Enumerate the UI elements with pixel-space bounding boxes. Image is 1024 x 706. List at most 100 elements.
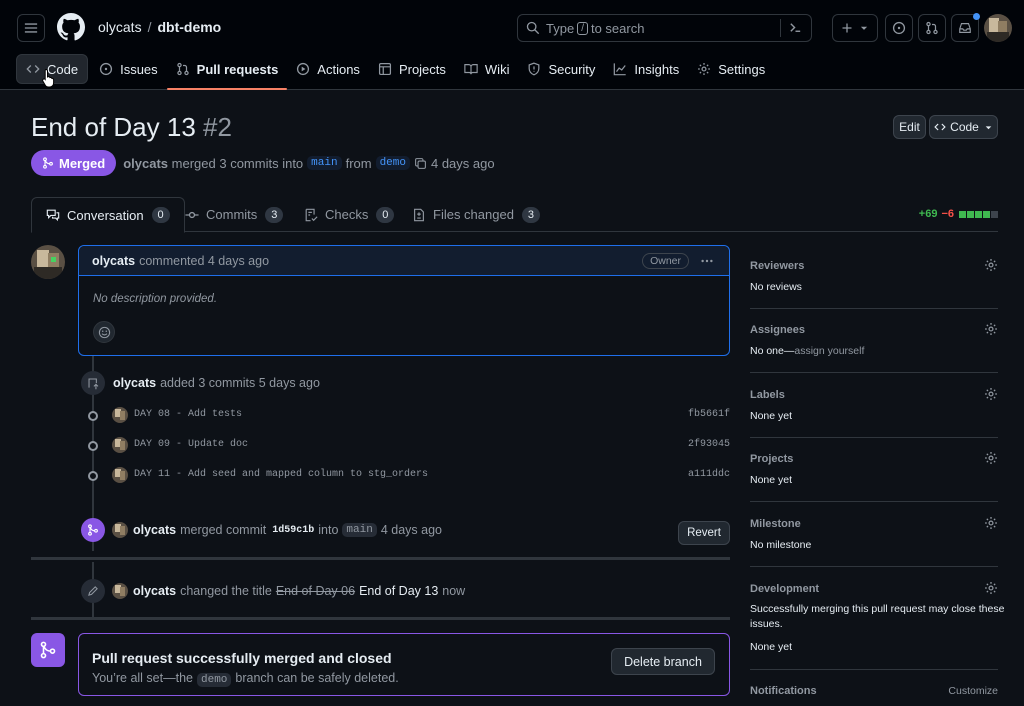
nav-tab-projects[interactable]: Projects bbox=[369, 54, 455, 84]
diff-block-added bbox=[959, 210, 966, 218]
tab-counter: 3 bbox=[521, 206, 540, 223]
sidebar-heading[interactable]: Labels bbox=[750, 389, 785, 401]
nav-tab-pull-requests[interactable]: Pull requests bbox=[166, 54, 288, 90]
github-logo-icon[interactable] bbox=[57, 13, 85, 41]
sidebar-heading[interactable]: Assignees bbox=[750, 324, 805, 336]
event-text: changed the title bbox=[180, 584, 272, 598]
pr-author-link[interactable]: olycats bbox=[123, 156, 168, 171]
commit-sha-link[interactable]: a111ddc bbox=[688, 469, 730, 480]
commit-author-avatar[interactable] bbox=[112, 407, 128, 423]
diff-additions: +69 bbox=[918, 208, 938, 220]
merge-target-branch[interactable]: main bbox=[342, 523, 377, 537]
rename-author-avatar[interactable] bbox=[112, 583, 128, 599]
gear-icon[interactable] bbox=[984, 258, 998, 272]
sidebar-labels: Labels None yet bbox=[750, 387, 998, 438]
nav-tab-security[interactable]: Security bbox=[518, 54, 604, 84]
nav-tab-label: Issues bbox=[120, 61, 158, 77]
user-avatar[interactable] bbox=[984, 14, 1012, 42]
event-author-link[interactable]: olycats bbox=[133, 584, 176, 598]
command-palette-icon[interactable] bbox=[788, 20, 803, 35]
gear-icon[interactable] bbox=[984, 322, 998, 336]
commits-added-event: olycats added 3 commits 5 days ago bbox=[113, 376, 320, 390]
sidebar-heading[interactable]: Reviewers bbox=[750, 260, 804, 272]
event-author-link[interactable]: olycats bbox=[133, 523, 176, 537]
breadcrumb-repo-link[interactable]: dbt-demo bbox=[157, 19, 221, 35]
merged-sub-prefix: You’re all set—the bbox=[92, 671, 193, 685]
commit-sha-link[interactable]: fb5661f bbox=[688, 409, 730, 420]
rename-event-badge bbox=[81, 579, 105, 603]
search-input[interactable]: Type / to search bbox=[517, 14, 812, 42]
tab-commits[interactable]: Commits 3 bbox=[171, 197, 297, 232]
merged-sub-suffix: branch can be safely deleted. bbox=[235, 671, 399, 685]
merge-into-text: into bbox=[318, 523, 339, 537]
tab-checks[interactable]: Checks 0 bbox=[290, 197, 408, 232]
sidebar-value: None yet bbox=[750, 641, 793, 653]
nav-tab-issues[interactable]: Issues bbox=[90, 54, 167, 84]
customize-notifications-link[interactable]: Customize bbox=[948, 685, 998, 697]
sidebar-heading[interactable]: Development bbox=[750, 583, 819, 595]
issues-shortcut-button[interactable] bbox=[885, 14, 913, 42]
pull-requests-shortcut-button[interactable] bbox=[918, 14, 946, 42]
merge-author-avatar[interactable] bbox=[112, 522, 128, 538]
copy-branch-icon[interactable] bbox=[414, 157, 427, 170]
pr-meta: Merged olycats merged 3 commits into mai… bbox=[31, 150, 495, 176]
git-pull-request-icon bbox=[926, 21, 938, 35]
merge-commit-sha-link[interactable]: 1d59c1b bbox=[272, 525, 314, 536]
old-title: End of Day 06 bbox=[275, 584, 356, 598]
comment-author-avatar[interactable] bbox=[31, 245, 65, 279]
shield-icon bbox=[529, 62, 540, 76]
nav-tab-label: Projects bbox=[398, 61, 446, 77]
commit-author-avatar[interactable] bbox=[112, 437, 128, 453]
git-merge-icon bbox=[43, 157, 53, 169]
tab-files-changed[interactable]: Files changed 3 bbox=[398, 197, 554, 232]
search-shortcut-key: / bbox=[577, 21, 588, 35]
merge-event-badge bbox=[81, 518, 105, 542]
comment-author-link[interactable]: olycats bbox=[92, 254, 135, 268]
base-branch[interactable]: main bbox=[307, 156, 342, 170]
commit-message-link[interactable]: DAY 09 - Update doc bbox=[134, 439, 248, 450]
event-author-link[interactable]: olycats bbox=[113, 376, 156, 390]
comment-options-icon[interactable] bbox=[699, 254, 715, 268]
head-branch[interactable]: demo bbox=[375, 156, 410, 170]
add-reaction-button[interactable] bbox=[93, 321, 115, 343]
breadcrumb-owner-link[interactable]: olycats bbox=[98, 19, 142, 35]
merged-status-box: Pull request successfully merged and clo… bbox=[78, 633, 730, 696]
sidebar-heading[interactable]: Projects bbox=[750, 453, 793, 465]
gear-icon[interactable] bbox=[984, 387, 998, 401]
hamburger-menu-button[interactable] bbox=[17, 14, 45, 42]
table-icon bbox=[378, 62, 391, 76]
merged-status-icon-box bbox=[31, 633, 65, 667]
sidebar-notifications: Notifications Customize bbox=[750, 685, 998, 705]
search-placeholder-suffix: to search bbox=[590, 20, 645, 36]
commit-message-link[interactable]: DAY 11 - Add seed and mapped column to s… bbox=[134, 469, 428, 480]
nav-tab-actions[interactable]: Actions bbox=[287, 54, 369, 84]
nav-tab-wiki[interactable]: Wiki bbox=[455, 54, 519, 84]
create-new-button[interactable] bbox=[832, 14, 878, 42]
merge-event: olycats merged commit 1d59c1b into main … bbox=[133, 523, 442, 537]
gear-icon[interactable] bbox=[984, 451, 998, 465]
tab-label: Checks bbox=[325, 207, 369, 222]
assign-yourself-link[interactable]: assign yourself bbox=[794, 345, 864, 357]
inbox-button[interactable] bbox=[951, 13, 980, 42]
nav-tab-label: Actions bbox=[317, 61, 360, 77]
nav-tab-settings[interactable]: Settings bbox=[688, 54, 774, 84]
code-dropdown-button[interactable]: Code bbox=[929, 115, 998, 139]
gear-icon[interactable] bbox=[984, 516, 998, 530]
code-dropdown-label: Code bbox=[950, 120, 979, 134]
merged-state-label: Merged bbox=[59, 155, 106, 171]
nav-tab-insights[interactable]: Insights bbox=[604, 54, 688, 84]
edit-title-button[interactable]: Edit bbox=[893, 115, 926, 139]
tab-conversation[interactable]: Conversation 0 bbox=[31, 197, 185, 233]
merged-status-subtitle: You’re all set—the demo branch can be safe… bbox=[92, 671, 399, 687]
timeline-divider bbox=[31, 617, 730, 620]
delete-branch-button[interactable]: Delete branch bbox=[611, 648, 715, 675]
commit-author-avatar[interactable] bbox=[112, 467, 128, 483]
commit-sha-link[interactable]: 2f93045 bbox=[688, 439, 730, 450]
pr-from-text: from bbox=[345, 155, 372, 171]
revert-button[interactable]: Revert bbox=[678, 521, 730, 545]
sidebar-milestone: Milestone No milestone bbox=[750, 516, 998, 567]
commit-message-link[interactable]: DAY 08 - Add tests bbox=[134, 409, 242, 420]
gear-icon bbox=[698, 63, 711, 75]
gear-icon[interactable] bbox=[984, 581, 998, 595]
sidebar-heading[interactable]: Milestone bbox=[750, 518, 801, 530]
